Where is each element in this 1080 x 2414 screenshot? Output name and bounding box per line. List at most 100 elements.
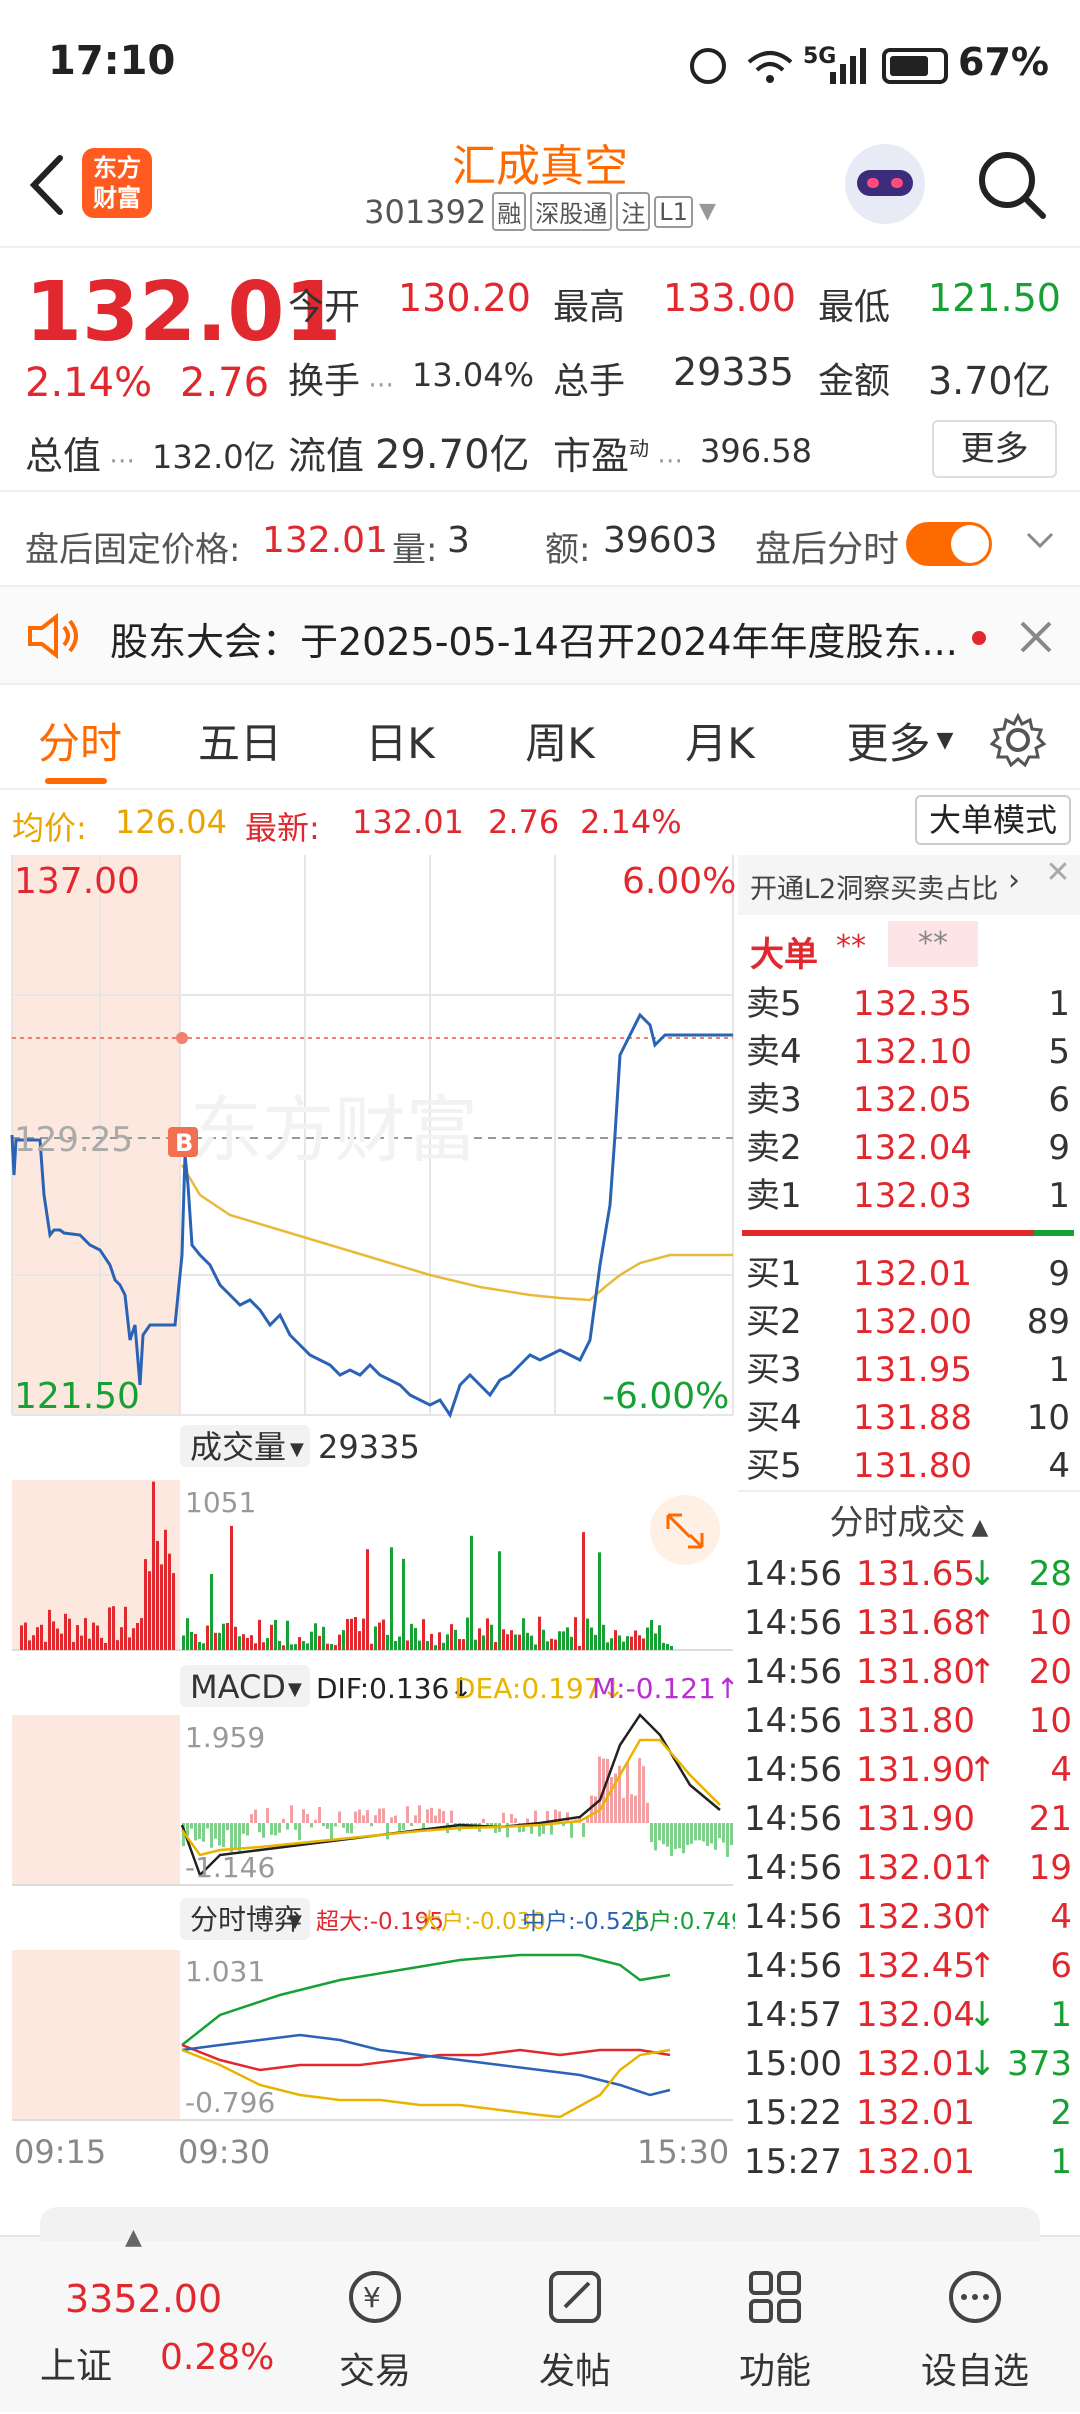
macd-bar [410, 1823, 413, 1827]
macd-bar [598, 1756, 601, 1823]
big-order-mode-button[interactable]: 大单模式 [915, 795, 1071, 845]
macd-bar [406, 1806, 409, 1823]
ask-row[interactable]: 卖2 132.04 9 [738, 1124, 1080, 1172]
trade-qty: 1 [1050, 2142, 1072, 2182]
trade-price: 131.80 [856, 1701, 975, 1741]
search-icon[interactable] [975, 148, 1050, 223]
ask-label: 卖1 [746, 1176, 802, 1216]
tab-daily-k[interactable]: 日K [330, 690, 470, 790]
macd-bar [514, 1818, 517, 1823]
info-icon[interactable]: ⋯ [360, 370, 394, 400]
macd-bar [362, 1815, 365, 1823]
volume-bar [132, 1628, 135, 1650]
nav-post-label: 发帖 [538, 2351, 611, 2392]
trade-qty: 1 [1050, 1995, 1072, 2035]
trades-title[interactable]: 分时成交 ▲ [738, 1495, 1080, 1551]
volume-bar [28, 1640, 31, 1650]
bid-row[interactable]: 买2 132.00 89 [738, 1298, 1080, 1346]
notice-text[interactable]: 股东大会：于2025-05-14召开2024年年度股东... [110, 611, 960, 666]
volume-bar [398, 1636, 401, 1650]
ask-row[interactable]: 卖3 132.05 6 [738, 1076, 1080, 1124]
tab-intraday[interactable]: 分时 [10, 690, 150, 790]
macd-pre-market-zone [12, 1715, 180, 1885]
signal-icon [830, 48, 870, 84]
pe-value: 396.58 [700, 432, 812, 470]
ask-row[interactable]: 卖4 132.10 5 [738, 1028, 1080, 1076]
bid-qty: 89 [1026, 1302, 1070, 1342]
chevron-down-icon: ▼ [288, 1911, 302, 1932]
intraday-chart-svg[interactable]: 东方财富 B 137.00 129.25 121.50 6.00% -6.00%… [0, 855, 746, 2175]
gear-icon[interactable] [989, 712, 1047, 768]
volume-bar [84, 1618, 87, 1650]
macd-bar [670, 1823, 673, 1857]
after-hours-toggle[interactable] [906, 522, 992, 566]
macd-bar [418, 1805, 421, 1823]
bid-row[interactable]: 买1 132.01 9 [738, 1250, 1080, 1298]
macd-bar [346, 1823, 349, 1834]
chevron-down-icon[interactable] [1020, 520, 1060, 560]
volume-bar [522, 1618, 525, 1650]
macd-bar [294, 1823, 297, 1830]
volume-value: 29335 [673, 350, 794, 394]
ask-row[interactable]: 卖1 132.03 1 [738, 1172, 1080, 1220]
unread-dot [972, 631, 986, 645]
chevron-up-icon[interactable]: ▲ [125, 2225, 142, 2250]
info-icon[interactable]: ⋯ [101, 446, 135, 476]
tab-weekly-k[interactable]: 周K [490, 690, 630, 790]
trade-time: 14:56 [744, 1603, 842, 1643]
macd-bar [218, 1823, 221, 1846]
trade-time: 14:56 [744, 1701, 842, 1741]
chevron-down-icon[interactable]: ▼ [699, 199, 716, 224]
volume-bar [270, 1624, 273, 1650]
back-arrow-icon[interactable] [20, 150, 80, 220]
pct-axis-top: 6.00% [622, 861, 735, 902]
macd-bar [726, 1823, 729, 1857]
robot-avatar-icon[interactable] [845, 144, 925, 224]
tab-active-indicator [45, 778, 107, 784]
l2-promo[interactable]: 开通L2洞察买卖占比 › ✕ [738, 855, 1080, 915]
nav-functions-label: 功能 [738, 2351, 811, 2392]
grid-icon [745, 2267, 805, 2327]
bid-price: 131.88 [853, 1398, 972, 1438]
volume-bar [558, 1631, 561, 1650]
macd-bar [706, 1823, 709, 1846]
close-icon[interactable]: ✕ [1038, 855, 1078, 895]
bid-row[interactable]: 买4 131.88 10 [738, 1394, 1080, 1442]
macd-bar [350, 1823, 353, 1834]
pe-label: 市盈动 ⋯ [553, 434, 684, 478]
bid-row[interactable]: 买3 131.95 1 [738, 1346, 1080, 1394]
macd-bar [606, 1758, 609, 1823]
nav-functions[interactable]: 功能 [675, 2237, 875, 2414]
close-icon[interactable] [1016, 617, 1056, 657]
tab-monthly-k[interactable]: 月K [650, 690, 790, 790]
macd-bar [710, 1823, 713, 1844]
trade-time: 14:56 [744, 1897, 842, 1937]
nav-trade[interactable]: ¥ 交易 [275, 2237, 475, 2414]
tab-more[interactable]: 更多 ▼ [820, 690, 980, 790]
bid-row[interactable]: 买5 131.80 4 [738, 1442, 1080, 1490]
nav-add-watchlist[interactable]: 设自选 [875, 2237, 1075, 2414]
volume-bar [494, 1642, 497, 1650]
info-icon[interactable]: ⋯ [649, 446, 683, 476]
volume-bar [250, 1635, 253, 1650]
trade-price: 132.01 [856, 2093, 975, 2133]
trade-price: 131.80 [856, 1652, 975, 1692]
macd-max: 1.959 [185, 1721, 265, 1754]
buy-marker-label: B [175, 1129, 193, 1157]
notice-bar[interactable]: 股东大会：于2025-05-14召开2024年年度股东... [0, 585, 1080, 685]
trade-direction: ↑ [968, 1946, 997, 1986]
volume-bar [24, 1622, 27, 1650]
volume-bar [362, 1618, 365, 1650]
volume-bar [626, 1636, 629, 1650]
macd-bar [658, 1823, 661, 1841]
volume-bar [40, 1624, 43, 1650]
volume-bar [218, 1632, 221, 1650]
ask-row[interactable]: 卖5 132.35 1 [738, 980, 1080, 1028]
more-button[interactable]: 更多 [932, 420, 1057, 478]
chevron-down-icon: ▼ [936, 727, 954, 753]
nav-post[interactable]: 发帖 [475, 2237, 675, 2414]
macd-bar [246, 1823, 249, 1836]
index-value[interactable]: 3352.00 [65, 2277, 222, 2321]
tab-five-day[interactable]: 五日 [170, 690, 310, 790]
macd-bar [678, 1823, 681, 1849]
